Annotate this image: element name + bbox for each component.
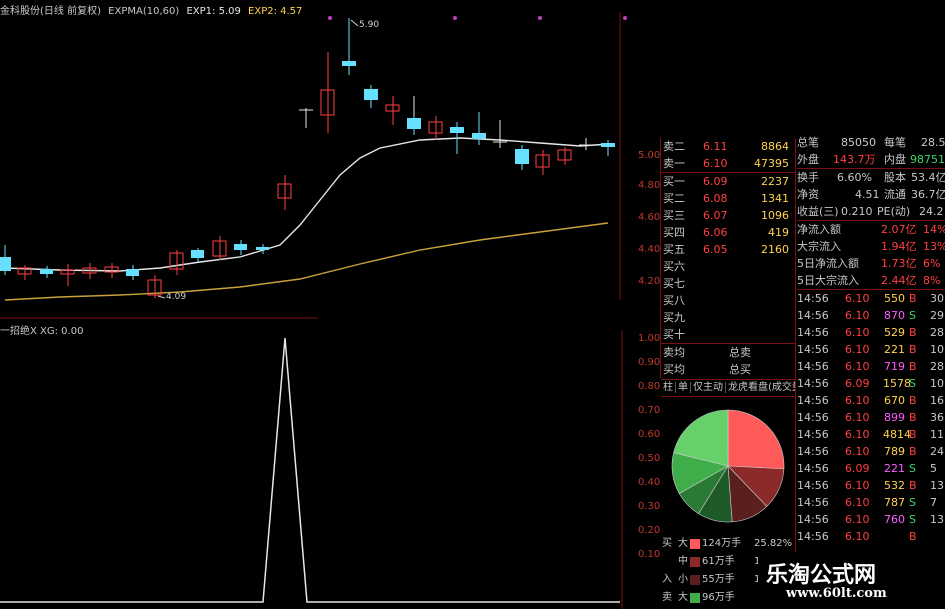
tick-row: 14:56 6.10 221 B 10 [797, 343, 944, 356]
buy-row[interactable]: 买三 6.07 1096 [663, 207, 793, 224]
tab-bar[interactable]: 柱 [661, 382, 676, 393]
flow-stat-row: 大宗流入1.94亿13% [797, 240, 945, 253]
flow-row: 买大 124万手 25.82% [662, 538, 793, 549]
tick-row: 14:56 6.10 899 B 36 [797, 411, 944, 424]
capital-flow-pie[interactable] [662, 398, 794, 534]
buy-row[interactable]: 买六 [663, 258, 793, 275]
high-marker-label: 5.90 [359, 20, 380, 30]
stat-row: 外盘143.7万内盘987519 [797, 153, 945, 166]
watermark-name: 乐淘公式网 [766, 563, 877, 588]
flow-stat-row: 5日大宗流入 2.44亿 8% [797, 274, 941, 287]
low-marker-label: 4.09 [166, 292, 187, 302]
xg-signal-line [0, 337, 620, 603]
tick-row: 14:56 6.10 870 S 29 [797, 309, 944, 322]
tick-row: 14:56 6.10 719 B 28 [797, 360, 944, 373]
price-chart[interactable] [0, 0, 660, 609]
flow-stat-row: 5日净流入额 1.73亿 6% [797, 257, 941, 270]
tick-row: 14:56 6.10 4814 B 11 [797, 428, 944, 441]
sell-avg-label: 卖均 [663, 346, 685, 359]
tab-dragon[interactable]: 龙虎看盘(成交量拆 [726, 382, 795, 393]
buy-row[interactable]: 买二 6.08 1341 [663, 190, 793, 207]
tick-list[interactable]: 14:56 6.10 550 B 30 14:56 6.10 870 S 29 14:56 6.10 5… [797, 290, 945, 545]
buy-row[interactable]: 买七 [663, 275, 793, 292]
subchart-title: 一招绝X XG: 0.00 [0, 326, 84, 337]
tick-row: 14:56 6.10 670 B 16 [797, 394, 944, 407]
flow-stat-row: 净流入额2.07亿14% [797, 223, 945, 236]
pie-tabs: 柱单仅主动龙虎看盘(成交量拆 [661, 379, 795, 397]
candles [0, 18, 615, 298]
sell-row[interactable]: 卖二 6.11 8864 [663, 138, 793, 155]
tab-active[interactable]: 仅主动 [691, 382, 726, 393]
tick-row: 14:56 6.10 787 S 7 [797, 496, 937, 509]
pie-slice[interactable] [727, 409, 785, 470]
tick-row: 14:56 6.09 1578 S 10 [797, 377, 944, 390]
sell-row[interactable]: 卖一 6.10 47395 [663, 155, 793, 172]
tick-row: 14:56 6.10 760 S 13 [797, 513, 944, 526]
tick-row: 14:56 6.10 550 B 30 [797, 292, 944, 305]
tick-row: 14:56 6.10 B [797, 530, 917, 543]
stat-row: 换手 6.60% 股本 53.4亿 [797, 171, 945, 184]
tick-row: 14:56 6.10 532 B 13 [797, 479, 944, 492]
buy-row[interactable]: 买四 6.06 419 [663, 224, 793, 241]
exp2-line [4, 222, 609, 301]
buy-row[interactable]: 买五 6.05 2160 [663, 241, 793, 258]
buy-avg-label: 买均 [663, 363, 685, 376]
buy-row[interactable]: 买十 [663, 326, 793, 343]
stats-panel: 总笔85050每笔28.5 外盘143.7万内盘987519 换手6.60%股本… [797, 134, 945, 545]
buy-total-label: 总买 [729, 363, 751, 376]
buy-row[interactable]: 买八 [663, 292, 793, 309]
stat-row: 收益(三) 0.210 PE(动) 24.2 [797, 205, 944, 218]
buy-row[interactable]: 买九 [663, 309, 793, 326]
stat-row: 总笔 85050 每笔 28.5 [797, 136, 945, 149]
tick-row: 14:56 6.10 789 B 24 [797, 445, 944, 458]
order-book: 卖二 6.11 8864 卖一 6.10 47395 买一 6.09 2237 买二 6.08… [660, 138, 796, 378]
stat-row: 净资 4.51 流通 36.7亿 [797, 188, 945, 201]
tick-row: 14:56 6.10 529 B 28 [797, 326, 944, 339]
buy-row[interactable]: 买一 6.09 2237 [663, 173, 793, 190]
sell-total-label: 总卖 [729, 346, 751, 359]
tick-row: 14:56 6.09 221 S 5 [797, 462, 937, 475]
tab-single[interactable]: 单 [676, 382, 691, 393]
watermark-url: www.60lt.com [786, 586, 887, 601]
watermark: 乐淘公式网 www.60lt.com [758, 552, 945, 609]
